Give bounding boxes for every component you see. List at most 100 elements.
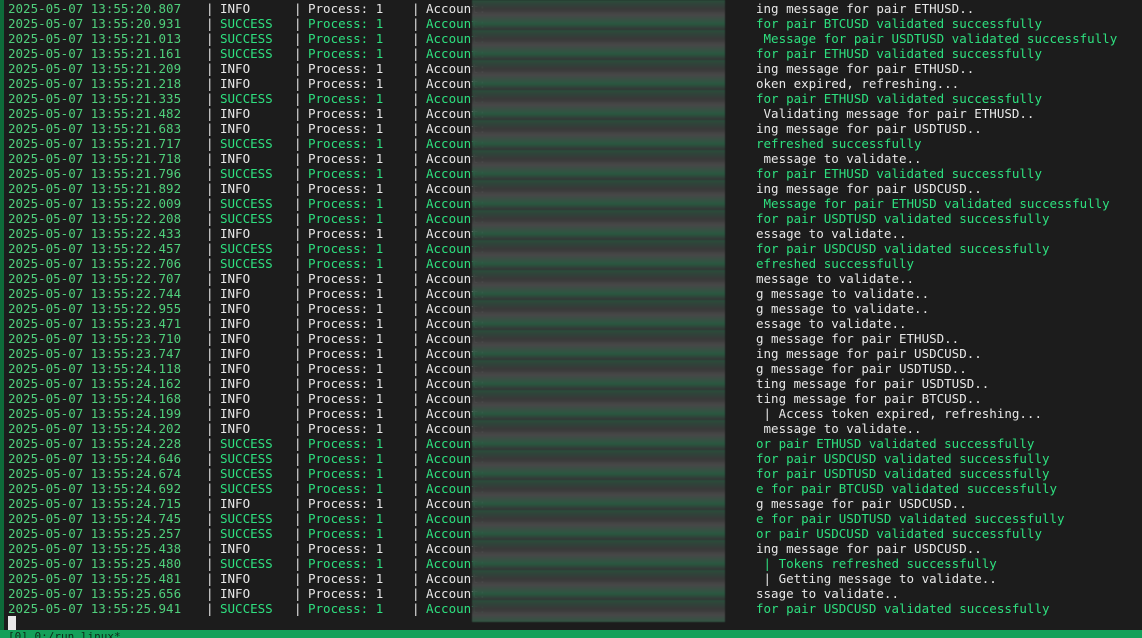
log-level: SUCCESS xyxy=(220,136,273,151)
log-level: SUCCESS xyxy=(220,481,273,496)
column-separator: | xyxy=(412,136,428,151)
log-message: ting message for pair USDTUSD.. xyxy=(756,376,990,391)
log-level: INFO xyxy=(220,121,251,136)
log-message: e for pair USDTUSD validated successfull… xyxy=(756,511,1065,526)
column-separator: | xyxy=(206,301,222,316)
column-separator: | xyxy=(294,346,310,361)
redacted-account-region xyxy=(472,0,725,622)
column-separator: | xyxy=(206,166,222,181)
log-process: Process: 1 xyxy=(308,316,384,331)
log-timestamp: 2025-05-07 13:55:25.438 xyxy=(8,541,182,556)
column-separator: | xyxy=(294,121,310,136)
log-process: Process: 1 xyxy=(308,466,384,481)
log-message: ting message for pair BTCUSD.. xyxy=(756,391,982,406)
terminal-cursor[interactable] xyxy=(8,616,16,630)
column-separator: | xyxy=(412,361,428,376)
column-separator: | xyxy=(294,136,310,151)
log-level: SUCCESS xyxy=(220,16,273,31)
log-process: Process: 1 xyxy=(308,241,384,256)
log-message: g message for pair USDTUSD.. xyxy=(756,361,967,376)
log-message: for pair USDCUSD validated successfully xyxy=(756,601,1050,616)
log-timestamp: 2025-05-07 13:55:25.257 xyxy=(8,526,182,541)
log-process: Process: 1 xyxy=(308,106,384,121)
column-separator: | xyxy=(412,406,428,421)
column-separator: | xyxy=(206,316,222,331)
log-message: ing message for pair USDCUSD.. xyxy=(756,181,982,196)
log-message: | Getting message to validate.. xyxy=(756,571,997,586)
column-separator: | xyxy=(206,46,222,61)
column-separator: | xyxy=(206,466,222,481)
log-timestamp: 2025-05-07 13:55:24.202 xyxy=(8,421,182,436)
log-level: INFO xyxy=(220,421,251,436)
column-separator: | xyxy=(206,31,222,46)
log-process: Process: 1 xyxy=(308,451,384,466)
column-separator: | xyxy=(412,421,428,436)
log-timestamp: 2025-05-07 13:55:21.335 xyxy=(8,91,182,106)
log-message: Validating message for pair ETHUSD.. xyxy=(756,106,1035,121)
column-separator: | xyxy=(294,196,310,211)
log-timestamp: 2025-05-07 13:55:24.715 xyxy=(8,496,182,511)
log-process: Process: 1 xyxy=(308,391,384,406)
log-process: Process: 1 xyxy=(308,301,384,316)
log-process: Process: 1 xyxy=(308,226,384,241)
column-separator: | xyxy=(206,241,222,256)
log-message: g message to validate.. xyxy=(756,286,930,301)
log-process: Process: 1 xyxy=(308,421,384,436)
log-level: INFO xyxy=(220,1,251,16)
log-level: INFO xyxy=(220,331,251,346)
column-separator: | xyxy=(294,376,310,391)
column-separator: | xyxy=(294,46,310,61)
log-level: SUCCESS xyxy=(220,211,273,226)
column-separator: | xyxy=(412,376,428,391)
log-level: INFO xyxy=(220,571,251,586)
log-message: g message for pair USDCUSD.. xyxy=(756,496,967,511)
column-separator: | xyxy=(206,136,222,151)
column-separator: | xyxy=(412,496,428,511)
column-separator: | xyxy=(412,316,428,331)
log-timestamp: 2025-05-07 13:55:22.208 xyxy=(8,211,182,226)
log-level: SUCCESS xyxy=(220,526,273,541)
log-message: for pair USDTUSD validated successfully xyxy=(756,211,1050,226)
log-process: Process: 1 xyxy=(308,166,384,181)
column-separator: | xyxy=(412,571,428,586)
log-timestamp: 2025-05-07 13:55:22.744 xyxy=(8,286,182,301)
log-timestamp: 2025-05-07 13:55:21.796 xyxy=(8,166,182,181)
log-timestamp: 2025-05-07 13:55:21.013 xyxy=(8,31,182,46)
column-separator: | xyxy=(412,226,428,241)
column-separator: | xyxy=(294,511,310,526)
terminal-window[interactable]: 2025-05-07 13:55:20.807 | INFO | Process: … xyxy=(0,0,1142,638)
log-timestamp: 2025-05-07 13:55:20.807 xyxy=(8,1,182,16)
log-message: oken expired, refreshing... xyxy=(756,76,960,91)
pane-left-border xyxy=(0,0,4,630)
column-separator: | xyxy=(206,391,222,406)
log-timestamp: 2025-05-07 13:55:24.162 xyxy=(8,376,182,391)
log-message: refreshed successfully xyxy=(756,136,922,151)
column-separator: | xyxy=(412,541,428,556)
log-process: Process: 1 xyxy=(308,256,384,271)
column-separator: | xyxy=(294,541,310,556)
log-level: INFO xyxy=(220,226,251,241)
log-message: e for pair BTCUSD validated successfully xyxy=(756,481,1058,496)
column-separator: | xyxy=(412,346,428,361)
log-level: SUCCESS xyxy=(220,91,273,106)
column-separator: | xyxy=(294,271,310,286)
log-timestamp: 2025-05-07 13:55:25.481 xyxy=(8,571,182,586)
log-timestamp: 2025-05-07 13:55:24.199 xyxy=(8,406,182,421)
column-separator: | xyxy=(206,211,222,226)
log-process: Process: 1 xyxy=(308,436,384,451)
log-message: g message to validate.. xyxy=(756,301,930,316)
column-separator: | xyxy=(294,31,310,46)
log-process: Process: 1 xyxy=(308,196,384,211)
column-separator: | xyxy=(206,586,222,601)
column-separator: | xyxy=(412,331,428,346)
log-level: INFO xyxy=(220,151,251,166)
log-level: SUCCESS xyxy=(220,511,273,526)
log-timestamp: 2025-05-07 13:55:21.482 xyxy=(8,106,182,121)
column-separator: | xyxy=(206,601,222,616)
column-separator: | xyxy=(206,121,222,136)
column-separator: | xyxy=(412,91,428,106)
log-level: SUCCESS xyxy=(220,466,273,481)
log-level: INFO xyxy=(220,61,251,76)
log-timestamp: 2025-05-07 13:55:25.480 xyxy=(8,556,182,571)
log-process: Process: 1 xyxy=(308,286,384,301)
